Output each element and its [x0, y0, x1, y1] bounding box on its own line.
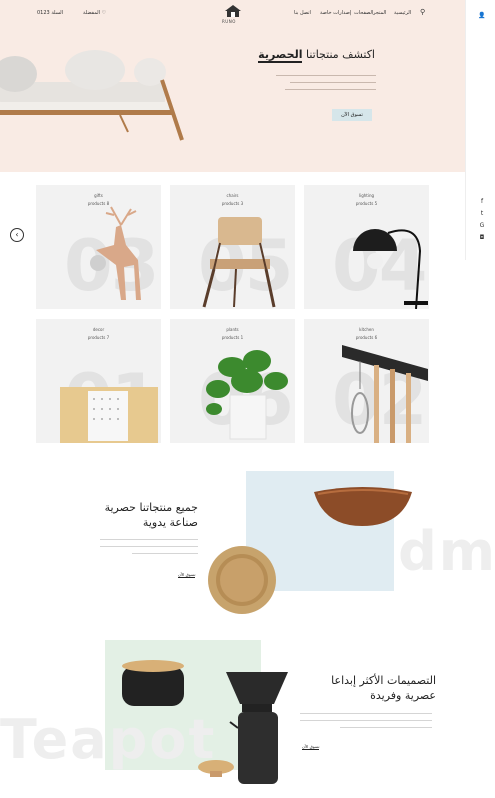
google-icon[interactable]: G [478, 222, 486, 230]
product-category: decor [92, 327, 105, 332]
utensils-image [342, 345, 428, 443]
nav-item-contact[interactable]: اتصل بنا [294, 10, 311, 16]
instagram-icon[interactable]: ◘ [478, 234, 486, 242]
product-tile[interactable]: 02 kitchen products 6 [304, 319, 429, 443]
user-icon[interactable]: 👤 [478, 12, 486, 20]
cabinet-image [60, 387, 158, 443]
product-tile[interactable]: 04 lighting products 5 [304, 185, 429, 309]
hero-text-line [276, 75, 376, 76]
product-tile[interactable]: 05 chairs products 3 [170, 185, 295, 309]
section2-shop-link[interactable]: تسوق الآن [302, 744, 320, 750]
product-name[interactable]: products 3 [170, 201, 295, 206]
wishlist-label: المفضلة [83, 10, 101, 16]
product-name[interactable]: products 7 [36, 335, 161, 340]
sofa-image [0, 50, 184, 141]
product-category: chairs [226, 193, 239, 198]
product-name[interactable]: products 1 [170, 335, 295, 340]
wooden-lid-image [198, 760, 234, 777]
product-tile[interactable]: 01 decor products 7 [36, 319, 161, 443]
wishlist-link[interactable]: المفضلة ♡ [83, 10, 106, 16]
wooden-plate-image [208, 546, 276, 614]
teapot-watermark: Teapot [0, 708, 217, 771]
section1-title: جميع منتجاتنا حصرية صناعة يدوية [104, 501, 198, 529]
hero-shop-button[interactable]: تسوق الآن [332, 109, 372, 121]
hero-text-line [290, 82, 376, 83]
product-tile[interactable]: 03 gifts products 8 [36, 185, 161, 309]
section2-text-line [340, 727, 432, 728]
section1-text-line [100, 546, 198, 547]
product-category: gifts [94, 193, 103, 198]
wooden-bowl-image [314, 487, 412, 526]
logo-icon[interactable] [224, 4, 242, 18]
product-name[interactable]: products 5 [304, 201, 429, 206]
plant-image [206, 350, 288, 440]
section2-text-line [300, 713, 432, 714]
section2-text-line [300, 720, 432, 721]
lamp-image [353, 229, 428, 309]
cart-link[interactable]: 0123 السلة [37, 10, 63, 16]
slider-prev-button[interactable]: ‹ [10, 228, 24, 242]
heart-icon: ♡ [101, 10, 107, 16]
deer-figurine-image [90, 206, 141, 300]
nav-item-home[interactable]: الرئيسية [394, 10, 411, 16]
search-icon[interactable]: ⚲ [420, 8, 425, 16]
section1-shop-link[interactable]: تسوق الآن [178, 572, 196, 578]
section2-title: التصميمات الأكثر إبداعا عصرية وفريدة [331, 674, 436, 702]
chair-image [202, 217, 276, 308]
facebook-icon[interactable]: f [478, 198, 486, 206]
product-category: lighting [358, 193, 375, 198]
section1-text-line [100, 539, 198, 540]
nav-item-pages[interactable]: الصفحات [354, 10, 373, 16]
nav-item-shop[interactable]: المتجر [373, 10, 386, 16]
product-tile[interactable]: 06 plants products 1 [170, 319, 295, 443]
social-sidebar: 👤 f t G ◘ [465, 0, 495, 260]
tea-canister-image [122, 660, 184, 706]
hero-title-highlight: الحصرية [258, 48, 303, 63]
product-category: kitchen [359, 327, 374, 332]
product-category: plants [226, 327, 239, 332]
hero-text-line [285, 89, 376, 90]
site-header: 0123 السلة المفضلة ♡ RUNO اتصل بنا إصدار… [0, 0, 465, 30]
hero-title: اكتشف منتجاتنا الحصرية [258, 48, 375, 63]
logo-text: RUNO [222, 19, 236, 24]
nav-item-special[interactable]: إصدارات خاصة [320, 10, 351, 16]
twitter-icon[interactable]: t [478, 210, 486, 218]
section1-text-line [132, 553, 198, 554]
